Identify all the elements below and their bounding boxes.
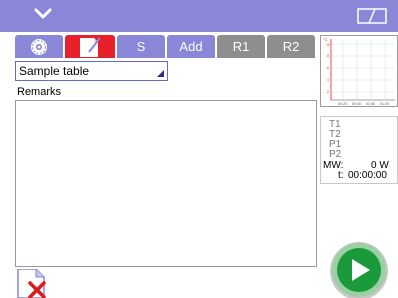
tab-r1-label: R1 [232,39,250,54]
dropdown-arrow-icon [157,70,164,77]
graph-y-unit: °C [323,37,328,42]
graph-x-tick: 01:00 [366,102,375,106]
tab-r2-label: R2 [282,39,300,54]
tab-settings[interactable] [15,35,63,58]
table-select[interactable]: Sample table [15,61,168,81]
time-value: 00:00:00 [348,170,387,181]
tab-add[interactable]: Add [167,35,215,58]
time-label: t: [338,170,344,181]
table-select-value: Sample table [19,64,90,78]
start-button[interactable] [328,242,390,298]
edit-note-icon [80,36,101,57]
document-delete-icon[interactable] [17,269,51,298]
remarks-textarea[interactable] [15,100,317,267]
graph-preview[interactable]: °C 10 8 6 4 2 00:20 00:40 01:00 01:20 [320,35,398,107]
tab-s[interactable]: S [117,35,165,58]
tab-r2[interactable]: R2 [267,35,315,58]
tab-r1[interactable]: R1 [217,35,265,58]
window-layout-icon[interactable] [357,8,387,24]
graph-x-tick: 00:20 [338,102,347,106]
graph-y-tick: 6 [327,66,329,70]
tab-notes[interactable] [65,35,115,58]
remarks-label: Remarks [17,86,62,98]
graph-x-tick: 00:40 [352,102,361,106]
graph-y-tick: 8 [327,54,329,58]
graph-y-tick: 2 [327,90,329,94]
graph-y-tick: 4 [327,78,329,82]
chevron-down-icon[interactable] [33,7,53,21]
tab-add-label: Add [179,39,203,54]
gear-icon [31,38,47,55]
readings-panel: T1 T2 P1 P2 MW: 0 W t: 00:00:00 [320,116,398,184]
graph-y-tick: 10 [326,43,330,47]
graph-x-tick: 01:20 [380,102,389,106]
top-bar [0,0,398,32]
p2-label: P2 [329,149,342,160]
tab-s-label: S [136,39,146,54]
